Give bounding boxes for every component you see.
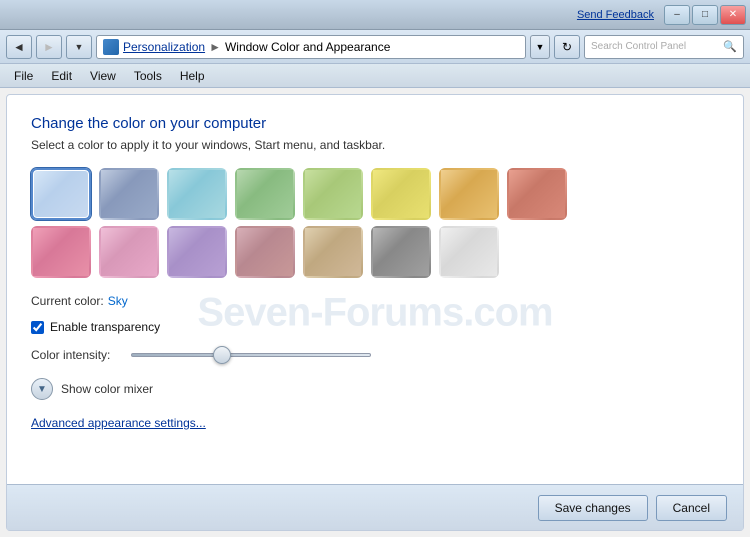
advanced-link-row: Advanced appearance settings... xyxy=(31,416,719,430)
menu-edit[interactable]: Edit xyxy=(43,67,80,85)
recent-pages-button[interactable]: ▼ xyxy=(66,35,92,59)
page-title: Change the color on your computer xyxy=(31,115,719,132)
swatch-sky[interactable] xyxy=(31,168,91,220)
forward-button[interactable]: ► xyxy=(36,35,62,59)
swatch-pink[interactable] xyxy=(31,226,91,278)
maximize-button[interactable]: □ xyxy=(692,5,718,25)
intensity-slider-track[interactable] xyxy=(131,353,371,357)
swatch-tan[interactable] xyxy=(303,226,363,278)
advanced-appearance-link[interactable]: Advanced appearance settings... xyxy=(31,416,206,430)
transparency-label: Enable transparency xyxy=(50,320,160,334)
control-panel-icon xyxy=(103,39,119,55)
intensity-label: Color intensity: xyxy=(31,348,121,362)
menu-help[interactable]: Help xyxy=(172,67,213,85)
cancel-button[interactable]: Cancel xyxy=(656,495,727,521)
transparency-checkbox[interactable] xyxy=(31,321,44,334)
swatch-leaf[interactable] xyxy=(235,168,295,220)
swatch-twilight[interactable] xyxy=(99,168,159,220)
show-mixer-row: ▼ Show color mixer xyxy=(31,378,719,400)
search-icon: 🔍 xyxy=(723,40,737,53)
main-content: Seven-Forums.com Change the color on you… xyxy=(6,94,744,531)
bottom-bar: Save changes Cancel xyxy=(7,484,743,530)
menu-file[interactable]: File xyxy=(6,67,41,85)
breadcrumb-personalization[interactable]: Personalization xyxy=(123,40,205,54)
intensity-row: Color intensity: xyxy=(31,348,719,362)
chevron-down-icon: ▼ xyxy=(37,384,47,395)
menu-tools[interactable]: Tools xyxy=(126,67,170,85)
current-color-row: Current color: Sky xyxy=(31,294,719,308)
menu-view[interactable]: View xyxy=(82,67,124,85)
swatch-lime[interactable] xyxy=(303,168,363,220)
color-row-2 xyxy=(31,226,719,278)
title-bar: Send Feedback – □ ✕ xyxy=(0,0,750,30)
send-feedback-link[interactable]: Send Feedback xyxy=(577,9,654,21)
swatch-seafoam[interactable] xyxy=(167,168,227,220)
current-color-label: Current color: xyxy=(31,294,104,308)
show-mixer-button[interactable]: ▼ xyxy=(31,378,53,400)
address-dropdown-button[interactable]: ▼ xyxy=(530,35,550,59)
swatch-storm[interactable] xyxy=(371,226,431,278)
search-placeholder: Search Control Panel xyxy=(591,41,719,52)
transparency-row: Enable transparency xyxy=(31,320,719,334)
breadcrumb-bar: Personalization ► Window Color and Appea… xyxy=(96,35,526,59)
color-swatches xyxy=(31,168,719,278)
breadcrumb-separator: ► xyxy=(209,40,221,54)
close-button[interactable]: ✕ xyxy=(720,5,746,25)
swatch-blush[interactable] xyxy=(99,226,159,278)
swatch-frost[interactable] xyxy=(439,226,499,278)
intensity-slider-thumb[interactable] xyxy=(213,346,231,364)
swatch-gold[interactable] xyxy=(439,168,499,220)
refresh-button[interactable]: ↻ xyxy=(554,35,580,59)
address-bar: ◄ ► ▼ Personalization ► Window Color and… xyxy=(0,30,750,64)
swatch-citrus[interactable] xyxy=(371,168,431,220)
save-changes-button[interactable]: Save changes xyxy=(538,495,648,521)
menu-bar: File Edit View Tools Help xyxy=(0,64,750,88)
page-subtitle: Select a color to apply it to your windo… xyxy=(31,138,719,152)
breadcrumb-current: Window Color and Appearance xyxy=(225,40,390,54)
color-row-1 xyxy=(31,168,719,220)
minimize-button[interactable]: – xyxy=(664,5,690,25)
current-color-value: Sky xyxy=(108,294,128,308)
back-button[interactable]: ◄ xyxy=(6,35,32,59)
swatch-rose[interactable] xyxy=(235,226,295,278)
swatch-violet[interactable] xyxy=(167,226,227,278)
search-input-wrapper[interactable]: Search Control Panel 🔍 xyxy=(584,35,744,59)
swatch-dusk[interactable] xyxy=(507,168,567,220)
show-mixer-label: Show color mixer xyxy=(61,382,153,396)
